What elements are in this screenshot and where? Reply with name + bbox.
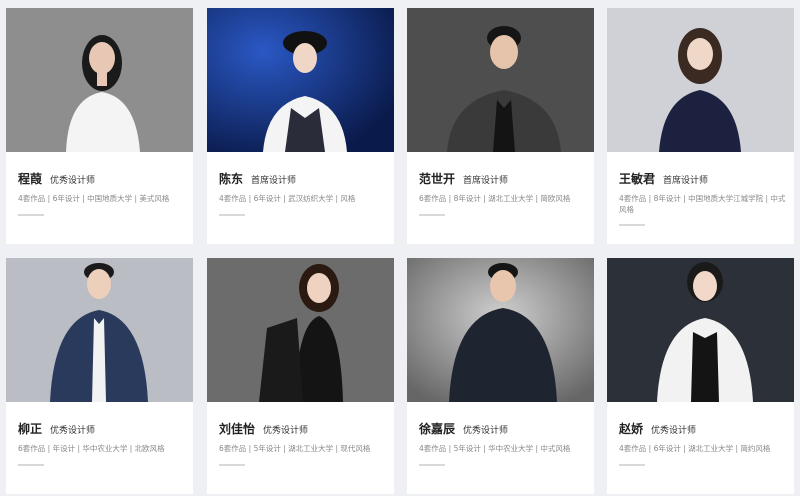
designer-title: 首席设计师 [251, 176, 297, 186]
designer-title: 优秀设计师 [50, 176, 96, 186]
designer-card[interactable]: 陈东 首席设计师 4套作品 | 6年设计 | 武汉纺织大学 | 风格 [207, 8, 394, 244]
designer-name: 赵娇 [619, 422, 644, 436]
designer-name: 程葭 [18, 172, 43, 186]
designer-title: 首席设计师 [663, 176, 709, 186]
designer-title: 优秀设计师 [463, 426, 509, 436]
divider [619, 224, 645, 226]
designer-photo[interactable] [407, 258, 594, 402]
designer-photo[interactable] [407, 8, 594, 152]
designer-card[interactable]: 徐嘉辰 优秀设计师 4套作品 | 5年设计 | 华中农业大学 | 中式风格 [407, 258, 594, 494]
designer-meta: 4套作品 | 6年设计 | 湖北工业大学 | 简约风格 [619, 444, 771, 453]
designer-name: 徐嘉辰 [419, 422, 456, 436]
divider [419, 214, 445, 216]
designer-photo[interactable] [607, 258, 794, 402]
designer-photo[interactable] [207, 8, 394, 152]
designer-name: 王敏君 [619, 172, 656, 186]
divider [419, 464, 445, 466]
designer-title: 优秀设计师 [50, 426, 96, 436]
designer-title: 优秀设计师 [263, 426, 309, 436]
designer-meta: 4套作品 | 6年设计 | 中国地质大学 | 美式风格 [18, 194, 170, 203]
designer-meta: 6套作品 | 年设计 | 华中农业大学 | 北欧风格 [18, 444, 165, 453]
divider [219, 214, 245, 216]
designer-photo[interactable] [6, 8, 193, 152]
divider [18, 214, 44, 216]
designer-photo[interactable] [607, 8, 794, 152]
designer-photo[interactable] [6, 258, 193, 402]
designer-card[interactable]: 刘佳怡 优秀设计师 6套作品 | 5年设计 | 湖北工业大学 | 现代风格 [207, 258, 394, 494]
divider [619, 464, 645, 466]
designer-card[interactable]: 程葭 优秀设计师 4套作品 | 6年设计 | 中国地质大学 | 美式风格 [6, 8, 193, 244]
designer-meta: 4套作品 | 5年设计 | 华中农业大学 | 中式风格 [419, 444, 571, 453]
designer-name: 刘佳怡 [219, 422, 256, 436]
divider [219, 464, 245, 466]
designer-photo[interactable] [207, 258, 394, 402]
designer-card[interactable]: 赵娇 优秀设计师 4套作品 | 6年设计 | 湖北工业大学 | 简约风格 [607, 258, 794, 494]
designer-meta: 6套作品 | 5年设计 | 湖北工业大学 | 现代风格 [219, 444, 371, 453]
designer-name: 范世开 [419, 172, 456, 186]
divider [18, 464, 44, 466]
designer-title: 优秀设计师 [651, 426, 697, 436]
designer-meta: 6套作品 | 8年设计 | 湖北工业大学 | 简欧风格 [419, 194, 571, 203]
designer-name: 陈东 [219, 172, 244, 186]
designer-meta: 4套作品 | 6年设计 | 武汉纺织大学 | 风格 [219, 194, 356, 203]
designer-card[interactable]: 范世开 首席设计师 6套作品 | 8年设计 | 湖北工业大学 | 简欧风格 [407, 8, 594, 244]
designer-name: 柳正 [18, 422, 43, 436]
designer-card[interactable]: 柳正 优秀设计师 6套作品 | 年设计 | 华中农业大学 | 北欧风格 [6, 258, 193, 494]
designer-meta: 4套作品 | 8年设计 | 中国地质大学江城学院 | 中式风格 [619, 194, 786, 214]
designer-title: 首席设计师 [463, 176, 509, 186]
designer-grid: 程葭 优秀设计师 4套作品 | 6年设计 | 中国地质大学 | 美式风格 陈东 首席… [0, 0, 800, 496]
designer-card[interactable]: 王敏君 首席设计师 4套作品 | 8年设计 | 中国地质大学江城学院 | 中式风格 [607, 8, 794, 244]
